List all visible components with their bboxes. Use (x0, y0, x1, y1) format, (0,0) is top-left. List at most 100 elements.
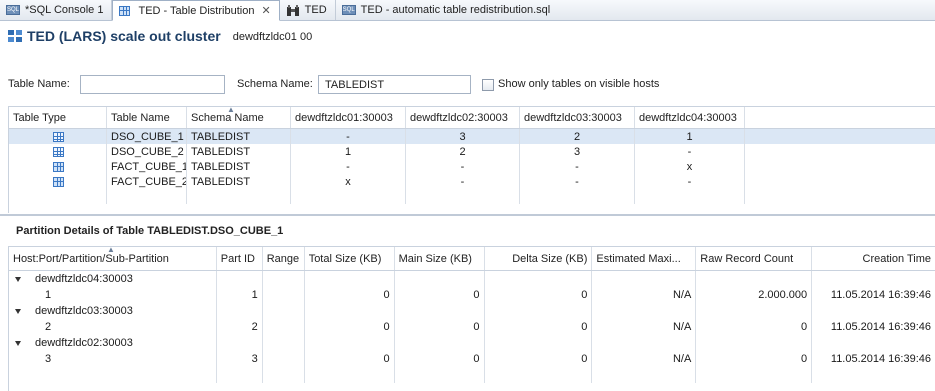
binoculars-icon (286, 5, 300, 16)
column-header-host-4[interactable]: dewdftzldc04:30003 (635, 107, 745, 128)
empty-cell (485, 367, 593, 383)
delta-size-cell: 0 (485, 287, 593, 303)
delta-size-cell: 0 (485, 351, 593, 367)
host-3-cell: - (520, 159, 635, 174)
column-header-total-size[interactable]: Total Size (KB) (305, 247, 395, 270)
table-name-cell: DSO_CUBE_2 (107, 144, 187, 159)
host-2-cell: 3 (406, 129, 520, 144)
column-header-raw-record-count[interactable]: Raw Record Count (696, 247, 813, 270)
tab-label: *SQL Console 1 (25, 4, 104, 16)
empty-cell (305, 271, 395, 287)
empty-cell (9, 367, 217, 383)
column-header-range[interactable]: Range (263, 247, 305, 270)
host-group-cell: dewdftzldc03:30003 (9, 303, 217, 319)
schema-name-label: Schema Name: (237, 78, 313, 90)
schema-cell: TABLEDIST (187, 174, 291, 189)
table-row[interactable]: FACT_CUBE_2 TABLEDIST x - - - (9, 174, 935, 189)
filter-bar: Table Name: Schema Name: Show only table… (0, 73, 935, 97)
tab-automatic-redistribution-sql[interactable]: SQL TED - automatic table redistribution… (336, 0, 559, 20)
partition-row[interactable]: 3 3 0 0 0 N/A 0 11.05.2014 16:39:46 (9, 351, 935, 367)
empty-cell (520, 189, 635, 204)
tab-ted[interactable]: TED (280, 0, 336, 20)
table-name-label: Table Name: (8, 78, 70, 90)
host-group-cell: dewdftzldc04:30003 (9, 271, 217, 287)
host-3-cell: 3 (520, 144, 635, 159)
tab-sql-console[interactable]: SQL *SQL Console 1 (0, 0, 113, 20)
section-divider[interactable] (0, 214, 935, 216)
empty-cell (635, 189, 745, 204)
show-visible-hosts-checkbox[interactable] (482, 79, 494, 91)
column-header-part-id[interactable]: Part ID (217, 247, 263, 270)
table-row[interactable]: FACT_CUBE_1 TABLEDIST - - - x (9, 159, 935, 174)
column-header-host-3[interactable]: dewdftzldc03:30003 (520, 107, 635, 128)
main-size-cell: 0 (395, 287, 485, 303)
host-label: dewdftzldc02:30003 (35, 337, 133, 349)
part-id-cell: 1 (217, 287, 263, 303)
column-header-table-name[interactable]: Table Name (107, 107, 187, 128)
schema-name-input[interactable] (318, 75, 471, 94)
host-group-row[interactable]: dewdftzldc04:30003 (9, 271, 935, 287)
empty-row (9, 189, 935, 204)
row-table-icon (9, 159, 107, 174)
column-header-main-size[interactable]: Main Size (KB) (395, 247, 485, 270)
range-cell (263, 319, 305, 335)
empty-cell (485, 335, 593, 351)
filler-cell (745, 174, 935, 189)
estimated-max-cell: N/A (592, 319, 697, 335)
host-1-cell: 1 (291, 144, 406, 159)
empty-cell (107, 189, 187, 204)
empty-cell (485, 303, 593, 319)
expand-triangle-icon[interactable] (15, 276, 21, 282)
table-name-input[interactable] (80, 75, 225, 94)
partition-row[interactable]: 1 1 0 0 0 N/A 2.000.000 11.05.2014 16:39… (9, 287, 935, 303)
editor-tab-bar: SQL *SQL Console 1 TED - Table Distribut… (0, 0, 935, 21)
host-3-cell: - (520, 174, 635, 189)
close-icon[interactable]: ✕ (261, 4, 270, 17)
empty-cell (217, 303, 263, 319)
tab-label: TED - Table Distribution (138, 4, 255, 17)
total-size-cell: 0 (305, 287, 395, 303)
expand-triangle-icon[interactable] (15, 340, 21, 346)
partition-details-grid: Host:Port/Partition/Sub-Partition ▲ Part… (8, 246, 935, 391)
column-header-host-partition[interactable]: Host:Port/Partition/Sub-Partition ▲ (9, 247, 217, 270)
host-4-cell: - (635, 144, 745, 159)
range-cell (263, 351, 305, 367)
column-header-table-type[interactable]: Table Type (9, 107, 107, 128)
empty-cell (812, 303, 935, 319)
creation-time-cell: 11.05.2014 16:39:46 (830, 289, 932, 301)
column-header-host-1[interactable]: dewdftzldc01:30003 (291, 107, 406, 128)
creation-time-cell: 11.05.2014 16:39:46 (830, 321, 932, 333)
partition-row[interactable]: 2 2 0 0 0 N/A 0 11.05.2014 16:39:46 (9, 319, 935, 335)
table-icon (119, 5, 133, 16)
empty-cell (696, 271, 813, 287)
table-row[interactable]: DSO_CUBE_1 TABLEDIST - 3 2 1 (9, 129, 935, 144)
table-row[interactable]: DSO_CUBE_2 TABLEDIST 1 2 3 - (9, 144, 935, 159)
empty-cell (812, 271, 935, 287)
empty-cell (217, 335, 263, 351)
column-header-delta-size[interactable]: Delta Size (KB) (485, 247, 593, 270)
partition-number-cell: 3 (9, 351, 217, 367)
tab-table-distribution[interactable]: TED - Table Distribution ✕ (112, 0, 280, 21)
empty-cell (592, 303, 697, 319)
host-group-row[interactable]: dewdftzldc03:30003 (9, 303, 935, 319)
empty-cell (812, 367, 935, 383)
empty-row (9, 367, 935, 383)
column-header-host-2[interactable]: dewdftzldc02:30003 (406, 107, 520, 128)
table-name-cell: DSO_CUBE_1 (107, 129, 187, 144)
page-title: TED (LARS) scale out cluster (27, 28, 221, 44)
main-size-cell: 0 (395, 319, 485, 335)
expand-triangle-icon[interactable] (15, 308, 21, 314)
column-header-schema-name[interactable]: Schema Name ▲ (187, 107, 291, 128)
editor-header: TED (LARS) scale out cluster dewdftzldc0… (8, 26, 312, 46)
host-group-row[interactable]: dewdftzldc02:30003 (9, 335, 935, 351)
range-cell (263, 287, 305, 303)
host-group-cell: dewdftzldc02:30003 (9, 335, 217, 351)
column-header-creation-time[interactable]: Creation Time (812, 247, 935, 270)
estimated-max-cell: N/A (592, 351, 697, 367)
row-table-icon (9, 174, 107, 189)
partition-details-title: Partition Details of Table TABLEDIST.DSO… (16, 225, 284, 237)
sql-console-icon: SQL (6, 5, 20, 15)
empty-cell (263, 367, 305, 383)
column-header-estimated-max[interactable]: Estimated Maxi... (592, 247, 697, 270)
empty-cell (745, 189, 935, 204)
